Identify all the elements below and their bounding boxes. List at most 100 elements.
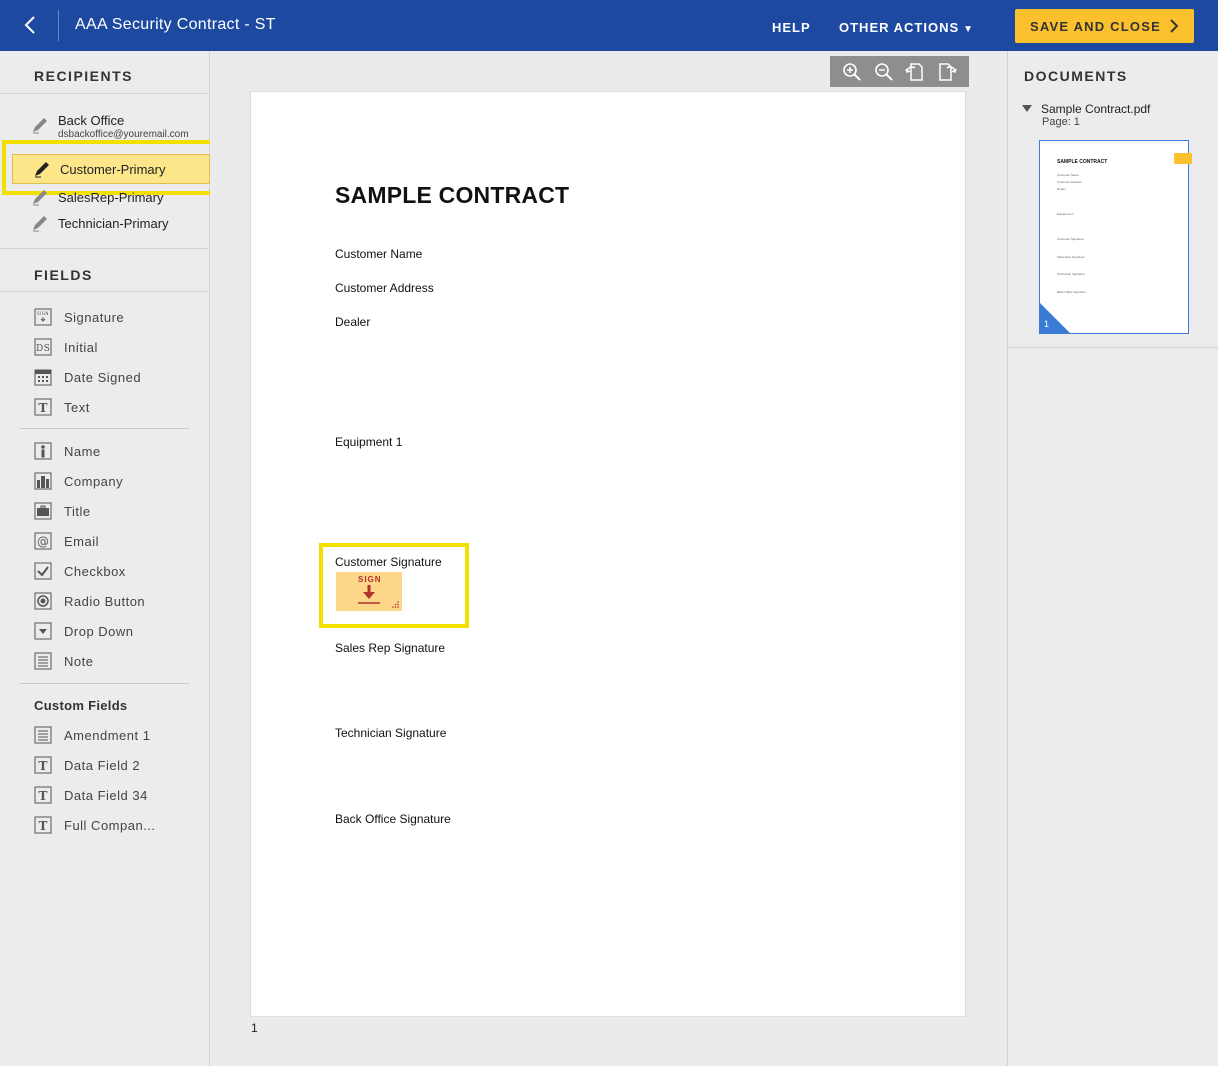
field-drop-down[interactable]: Drop Down xyxy=(34,622,134,640)
field-company[interactable]: Company xyxy=(34,472,123,490)
left-sidebar: RECIPIENTS Back Office dsbackoffice@your… xyxy=(0,51,221,1066)
text-field-icon: T xyxy=(34,816,52,834)
document-heading: SAMPLE CONTRACT xyxy=(335,182,570,208)
recipient-name: Technician-Primary xyxy=(58,215,169,231)
signature-field-icon: SIGN xyxy=(34,308,52,326)
thumbnail-line: Sales Rep Signature xyxy=(1057,255,1085,259)
thumbnail-line: Equipment 1 xyxy=(1057,212,1074,216)
page-thumbnail[interactable]: SAMPLE CONTRACT Customer Name Customer A… xyxy=(1039,140,1192,334)
field-label: Radio Button xyxy=(64,593,146,609)
document-canvas: SAMPLE CONTRACT Customer Name Customer A… xyxy=(210,51,1007,1066)
zoom-out-icon[interactable] xyxy=(873,61,895,83)
thumbnail-line: Back Office Signature xyxy=(1057,290,1086,294)
field-note[interactable]: Note xyxy=(34,652,93,670)
recipient-back-office[interactable]: Back Office dsbackoffice@youremail.com xyxy=(30,112,189,140)
custom-field-data-field-34[interactable]: T Data Field 34 xyxy=(34,786,148,804)
field-initial[interactable]: DS Initial xyxy=(34,338,98,356)
doc-text-technician-signature: Technician Signature xyxy=(335,726,447,740)
title-divider xyxy=(58,10,59,41)
field-label: Text xyxy=(64,399,90,415)
dropdown-icon xyxy=(34,622,52,640)
recipient-name: Back Office xyxy=(58,112,125,128)
text-field-icon: T xyxy=(34,756,52,774)
custom-fields-heading: Custom Fields xyxy=(34,698,128,713)
other-actions-menu[interactable]: OTHER ACTIONS ▼ xyxy=(839,20,974,35)
recipient-technician-primary[interactable]: Technician-Primary xyxy=(30,213,169,233)
divider xyxy=(20,683,189,684)
tab-flag-icon xyxy=(1174,153,1192,164)
zoom-toolbar xyxy=(830,56,969,87)
svg-text:T: T xyxy=(39,401,48,415)
text-field-icon: T xyxy=(34,786,52,804)
checkbox-icon xyxy=(34,562,52,580)
document-filename: Sample Contract.pdf xyxy=(1041,102,1151,116)
field-radio-button[interactable]: Radio Button xyxy=(34,592,145,610)
field-label: Company xyxy=(64,473,124,489)
field-checkbox[interactable]: Checkbox xyxy=(34,562,126,580)
field-label: Date Signed xyxy=(64,369,142,385)
field-label: Checkbox xyxy=(64,563,126,579)
field-text[interactable]: T Text xyxy=(34,398,90,416)
sign-tab-label: SIGN xyxy=(358,575,382,584)
documents-heading: DOCUMENTS xyxy=(1024,68,1128,84)
recipient-salesrep-primary[interactable]: SalesRep-Primary xyxy=(30,187,163,207)
arrow-down-icon xyxy=(358,585,380,604)
page-number: 1 xyxy=(251,1021,258,1035)
field-title[interactable]: Title xyxy=(34,502,91,520)
person-icon xyxy=(34,442,52,460)
recipients-heading: RECIPIENTS xyxy=(34,68,134,84)
recipient-name: SalesRep-Primary xyxy=(58,189,164,205)
doc-text-sales-rep-signature: Sales Rep Signature xyxy=(335,641,446,655)
field-label: Amendment 1 xyxy=(64,727,151,743)
recipient-email: dsbackoffice@youremail.com xyxy=(58,129,189,140)
thumbnail-heading: SAMPLE CONTRACT xyxy=(1057,159,1108,165)
zoom-in-icon[interactable] xyxy=(841,61,863,83)
doc-text-equipment-1: Equipment 1 xyxy=(335,435,403,449)
field-date-signed[interactable]: Date Signed xyxy=(34,368,141,386)
pen-icon xyxy=(33,190,47,206)
save-and-close-button[interactable]: SAVE AND CLOSE xyxy=(1015,9,1194,43)
document-page[interactable]: SAMPLE CONTRACT Customer Name Customer A… xyxy=(250,91,966,1017)
collapse-triangle-icon[interactable] xyxy=(1022,105,1032,112)
documents-panel: DOCUMENTS Sample Contract.pdf Page: 1 SA… xyxy=(1007,51,1218,1066)
svg-text:T: T xyxy=(39,789,48,803)
field-email[interactable]: @ Email xyxy=(34,532,99,550)
document-page-label: Page: 1 xyxy=(1042,116,1080,128)
custom-field-full-company[interactable]: T Full Compan... xyxy=(34,816,156,834)
custom-field-amendment-1[interactable]: Amendment 1 xyxy=(34,726,150,744)
rotate-left-icon[interactable] xyxy=(904,61,926,83)
other-actions-label: OTHER ACTIONS xyxy=(839,20,960,35)
svg-text:SIGN: SIGN xyxy=(37,311,49,316)
custom-field-data-field-2[interactable]: T Data Field 2 xyxy=(34,756,140,774)
thumbnail-line: Customer Address xyxy=(1057,180,1082,184)
thumbnail-line: Technician Signature xyxy=(1057,272,1085,276)
svg-text:@: @ xyxy=(37,535,50,549)
initial-field-icon: DS xyxy=(34,338,52,356)
thumbnail-line: Customer Signature xyxy=(1057,237,1084,241)
svg-text:T: T xyxy=(39,819,48,833)
sign-here-tab[interactable]: SIGN xyxy=(336,572,402,611)
chevron-right-icon xyxy=(1170,19,1179,33)
rotate-right-icon[interactable] xyxy=(936,61,958,83)
divider xyxy=(1008,347,1218,348)
field-label: Note xyxy=(64,653,94,669)
at-sign-icon: @ xyxy=(34,532,52,550)
divider xyxy=(20,428,189,429)
field-label: Signature xyxy=(64,309,125,325)
help-link[interactable]: HELP xyxy=(772,20,811,35)
doc-text-dealer: Dealer xyxy=(335,315,371,329)
calendar-icon xyxy=(34,369,52,386)
field-name[interactable]: Name xyxy=(34,442,101,460)
field-label: Data Field 34 xyxy=(64,787,148,803)
document-entry[interactable]: Sample Contract.pdf Page: 1 xyxy=(1022,102,1151,128)
field-signature[interactable]: SIGN Signature xyxy=(34,308,124,326)
back-arrow-icon[interactable] xyxy=(18,12,44,38)
divider xyxy=(0,291,210,292)
divider xyxy=(0,93,210,94)
doc-text-back-office-signature: Back Office Signature xyxy=(335,812,451,826)
field-label: Data Field 2 xyxy=(64,757,141,773)
thumbnail-page-number: 1 xyxy=(1044,319,1050,329)
resize-handle-icon[interactable] xyxy=(391,600,400,609)
pen-icon xyxy=(33,216,47,232)
thumbnail-line: Customer Name xyxy=(1057,173,1079,177)
